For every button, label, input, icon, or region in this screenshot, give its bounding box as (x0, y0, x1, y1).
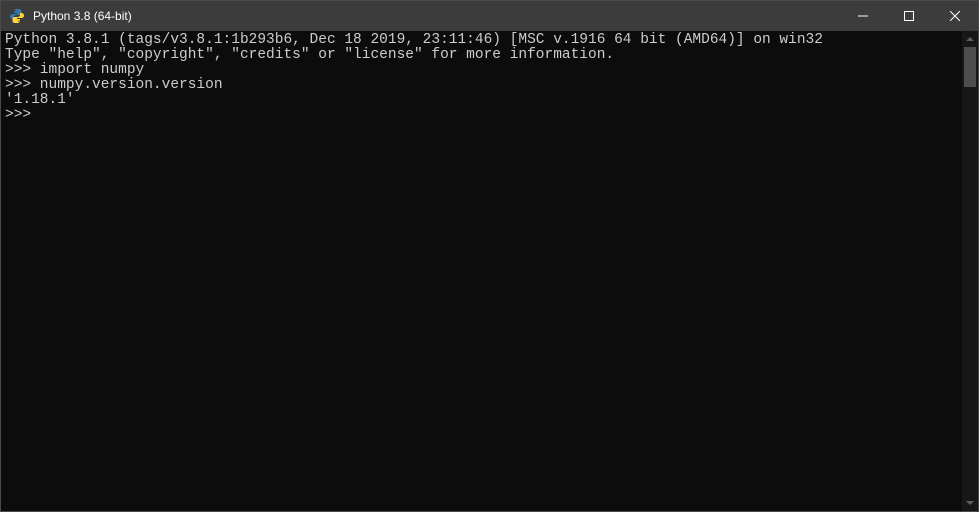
terminal-line: >>> import numpy (5, 63, 958, 78)
minimize-button[interactable] (840, 1, 886, 31)
terminal-line: '1.18.1' (5, 93, 958, 108)
terminal-line: >>> numpy.version.version (5, 78, 958, 93)
python-repl-window: Python 3.8 (64-bit) Python 3.8.1 (tags/v… (0, 0, 979, 512)
scroll-track[interactable] (962, 47, 978, 495)
scroll-down-arrow-icon[interactable] (962, 495, 978, 511)
terminal-line: Type "help", "copyright", "credits" or "… (5, 48, 958, 63)
window-title: Python 3.8 (64-bit) (31, 9, 840, 23)
window-controls (840, 1, 978, 31)
python-icon (9, 8, 25, 24)
terminal-line: >>> (5, 108, 958, 123)
scroll-thumb[interactable] (964, 47, 976, 87)
maximize-button[interactable] (886, 1, 932, 31)
close-button[interactable] (932, 1, 978, 31)
titlebar[interactable]: Python 3.8 (64-bit) (1, 1, 978, 31)
terminal-content[interactable]: Python 3.8.1 (tags/v3.8.1:1b293b6, Dec 1… (1, 31, 962, 511)
vertical-scrollbar[interactable] (962, 31, 978, 511)
terminal-line: Python 3.8.1 (tags/v3.8.1:1b293b6, Dec 1… (5, 33, 958, 48)
scroll-up-arrow-icon[interactable] (962, 31, 978, 47)
terminal-area: Python 3.8.1 (tags/v3.8.1:1b293b6, Dec 1… (1, 31, 978, 511)
